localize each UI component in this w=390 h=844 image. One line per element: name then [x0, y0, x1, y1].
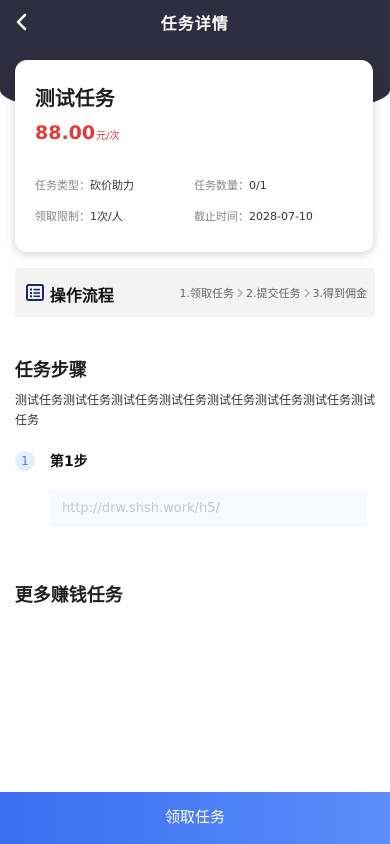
task-count-value: 0/1 — [249, 179, 267, 192]
flow-step: 1.领取任务 — [179, 287, 235, 300]
page-title: 任务详情 — [160, 14, 229, 33]
step-title: 第1步 — [50, 454, 88, 470]
task-name: 测试任务 — [35, 86, 115, 110]
flow-steps: 1.领取任务 2.提交任务 3.得到佣金 — [180, 285, 368, 301]
task-count: 任务数量：0/1 — [194, 177, 267, 193]
flow-step: 2.提交任务 — [246, 287, 301, 300]
steps-description: 测试任务测试任务测试任务测试任务测试任务测试任务测试任务测试任务 — [15, 393, 376, 427]
task-count-label: 任务数量： — [194, 179, 249, 192]
chevron-right-icon — [304, 288, 310, 298]
task-type-value: 砍价助力 — [90, 179, 134, 192]
task-deadline-value: 2028-07-10 — [249, 210, 313, 223]
claim-task-button[interactable]: 领取任务 — [0, 792, 390, 844]
task-type: 任务类型：砍价助力 — [35, 177, 134, 193]
more-tasks-title: 更多赚钱任务 — [15, 585, 123, 606]
task-type-label: 任务类型： — [35, 179, 90, 192]
task-limit-value: 1次/人 — [90, 210, 123, 223]
list-icon — [26, 284, 44, 301]
task-deadline-label: 截止时间： — [194, 210, 249, 223]
task-limit-label: 领取限制： — [35, 210, 90, 223]
steps-section-title: 任务步骤 — [15, 360, 87, 381]
task-deadline: 截止时间：2028-07-10 — [194, 208, 313, 224]
flow-step: 3.得到佣金 — [312, 287, 368, 300]
operation-flow: 操作流程 1.领取任务 2.提交任务 3.得到佣金 — [15, 268, 375, 317]
step-url-field[interactable]: http://drw.shsh.work/h5/ — [50, 490, 367, 527]
task-limit: 领取限制：1次/人 — [35, 208, 123, 224]
price-value: 88.00 — [35, 122, 96, 144]
price-unit: 元/次 — [96, 131, 120, 142]
task-price: 88.00元/次 — [35, 122, 119, 144]
flow-title: 操作流程 — [50, 286, 115, 305]
step-number-badge: 1 — [15, 451, 35, 471]
task-info-card: 测试任务 88.00元/次 任务类型：砍价助力 任务数量：0/1 领取限制：1次… — [15, 60, 373, 252]
chevron-right-icon — [237, 288, 243, 298]
